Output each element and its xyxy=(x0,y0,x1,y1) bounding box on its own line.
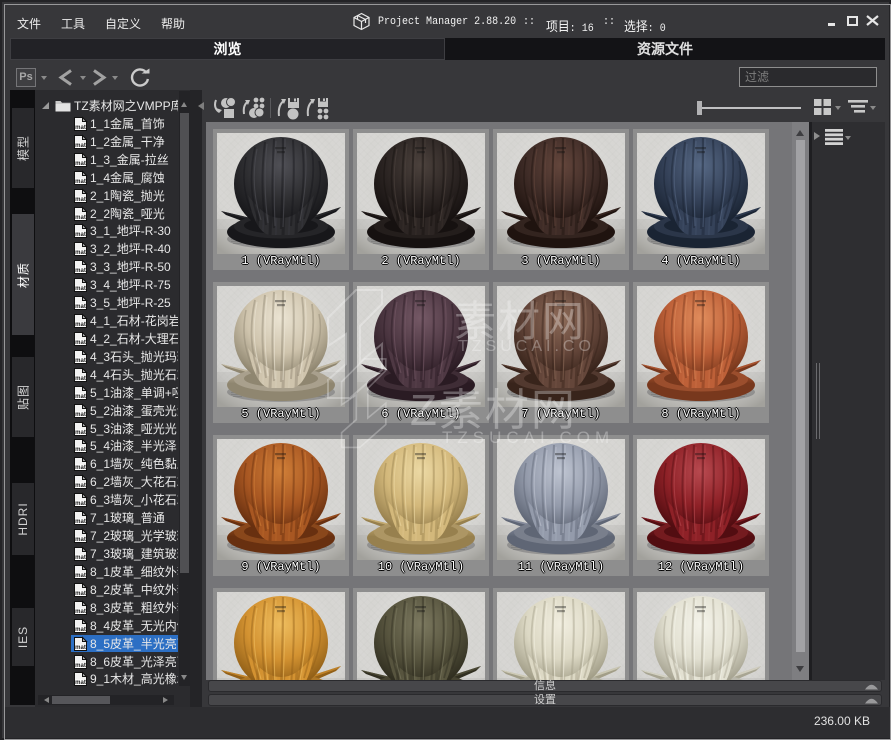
svg-text:mat: mat xyxy=(75,304,86,310)
svg-text:mat: mat xyxy=(75,430,86,436)
svg-text:mat: mat xyxy=(75,161,86,167)
svg-text:mat: mat xyxy=(75,143,86,149)
svg-text:mat: mat xyxy=(75,358,86,364)
svg-text:mat: mat xyxy=(75,286,86,292)
svg-text:mat: mat xyxy=(75,412,86,418)
svg-text:mat: mat xyxy=(75,555,86,561)
svg-text:mat: mat xyxy=(75,465,86,471)
svg-text:mat: mat xyxy=(75,125,86,131)
svg-text:mat: mat xyxy=(75,394,86,400)
svg-text:mat: mat xyxy=(75,215,86,221)
svg-text:mat: mat xyxy=(75,663,86,669)
svg-text:mat: mat xyxy=(75,250,86,256)
svg-text:mat: mat xyxy=(75,537,86,543)
svg-text:mat: mat xyxy=(75,680,86,686)
svg-text:mat: mat xyxy=(75,501,86,507)
svg-text:mat: mat xyxy=(75,376,86,382)
svg-text:mat: mat xyxy=(75,447,86,453)
svg-text:mat: mat xyxy=(75,340,86,346)
svg-text:mat: mat xyxy=(75,322,86,328)
svg-text:mat: mat xyxy=(75,197,86,203)
svg-text:mat: mat xyxy=(75,627,86,633)
svg-text:mat: mat xyxy=(75,268,86,274)
svg-text:mat: mat xyxy=(75,232,86,238)
svg-text:mat: mat xyxy=(75,519,86,525)
svg-text:mat: mat xyxy=(75,645,86,651)
svg-text:mat: mat xyxy=(75,573,86,579)
svg-text:mat: mat xyxy=(75,591,86,597)
svg-text:mat: mat xyxy=(75,179,86,185)
svg-text:mat: mat xyxy=(75,483,86,489)
svg-text:mat: mat xyxy=(75,609,86,615)
